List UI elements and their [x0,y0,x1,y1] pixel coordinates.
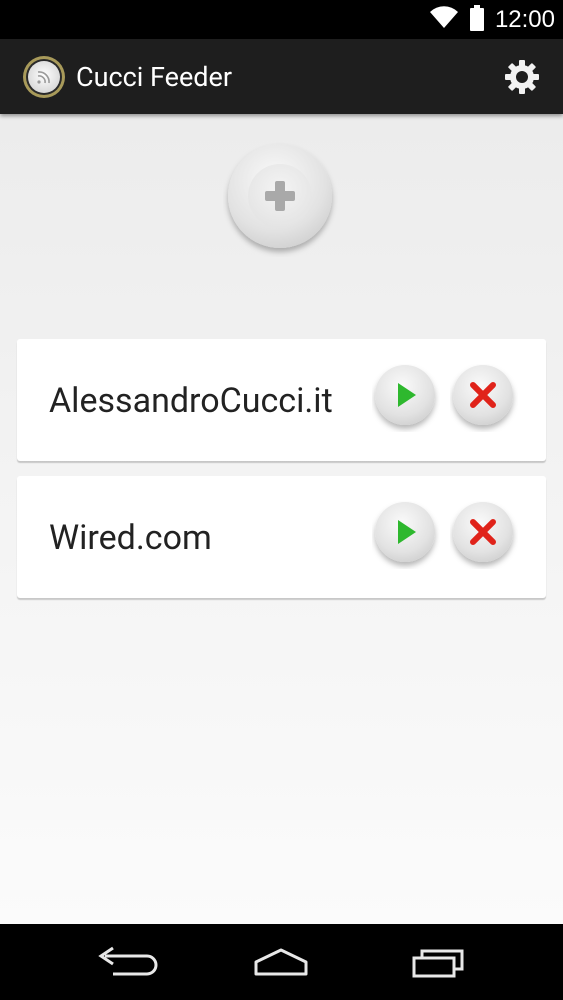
action-bar: Cucci Feeder [0,39,563,114]
plus-icon [228,144,332,248]
delete-feed-button[interactable] [450,364,518,432]
navigation-bar [0,924,563,1000]
wifi-icon [429,5,459,34]
play-icon [375,502,435,562]
app-title: Cucci Feeder [76,61,232,93]
play-feed-button[interactable] [372,364,440,432]
status-clock: 12:00 [494,5,555,33]
play-feed-button[interactable] [372,501,440,569]
delete-x-icon [453,365,513,425]
feed-list-item[interactable]: Wired.com [17,476,546,598]
feed-list-item[interactable]: AlessandroCucci.it [17,339,546,461]
status-icons: 12:00 [429,0,555,39]
home-icon[interactable] [246,942,316,982]
back-icon[interactable] [91,942,161,982]
recents-icon[interactable] [404,942,474,982]
delete-feed-button[interactable] [450,501,518,569]
feed-name: AlessandroCucci.it [49,381,333,421]
main-content: AlessandroCucci.it Wired.com [0,114,563,924]
status-bar: 12:00 [0,0,563,39]
add-feed-button[interactable] [223,142,338,257]
feed-name: Wired.com [49,518,212,558]
play-icon [375,365,435,425]
gear-icon[interactable] [503,58,541,96]
rss-feed-logo[interactable] [22,55,66,99]
battery-icon [469,4,485,35]
delete-x-icon [453,502,513,562]
